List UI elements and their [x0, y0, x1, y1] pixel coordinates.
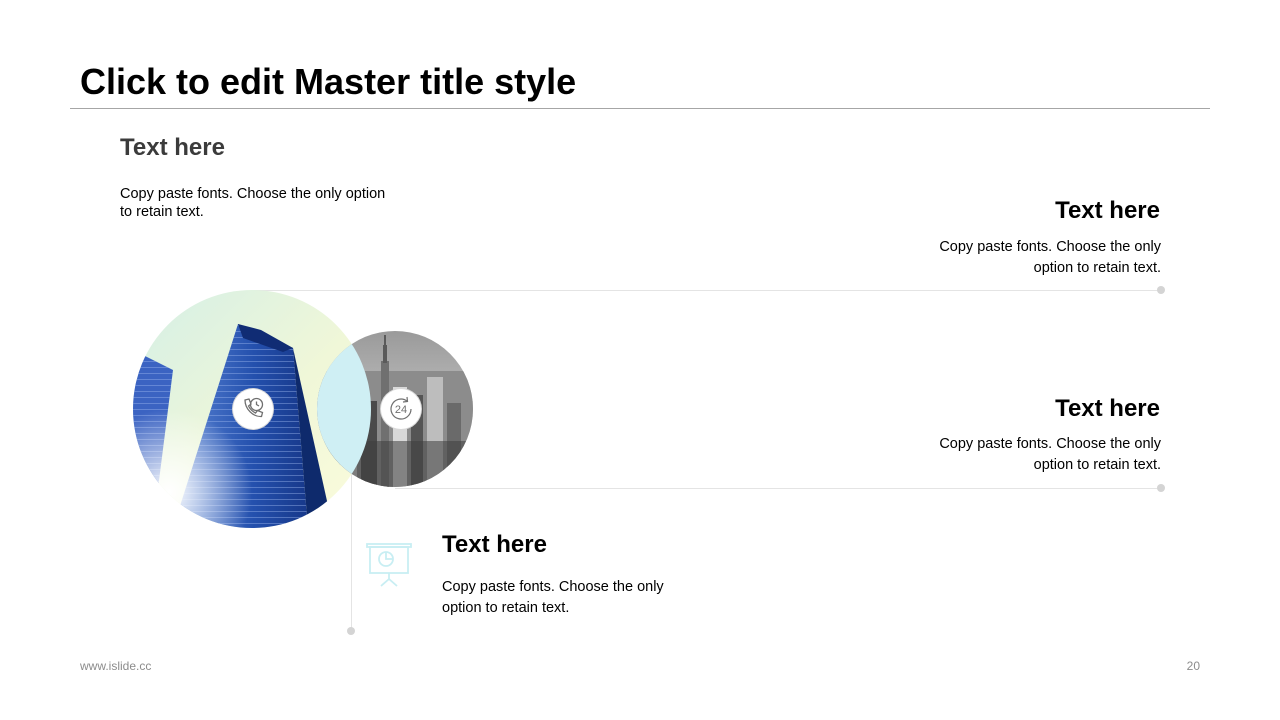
svg-text:24: 24 — [395, 404, 407, 416]
block-4-heading: Text here — [442, 531, 547, 558]
block-1-heading: Text here — [120, 134, 225, 161]
title-divider — [70, 108, 1210, 109]
phone-clock-icon — [233, 389, 273, 429]
slide-title: Click to edit Master title style — [80, 61, 577, 102]
block-3-body: Copy paste fonts. Choose the only option… — [939, 436, 1161, 473]
block-4-body: Copy paste fonts. Choose the only option… — [442, 579, 664, 616]
block-2-body: Copy paste fonts. Choose the only option… — [939, 239, 1161, 276]
24-hour-service-icon: 24 — [381, 389, 421, 429]
block-3-heading: Text here — [1055, 395, 1160, 422]
footer-url: www.islide.cc — [80, 659, 152, 673]
connector-dot-middle — [1157, 484, 1165, 492]
presentation-board-icon — [364, 539, 414, 589]
circle-overlap-highlight — [317, 331, 371, 487]
connector-line-middle — [395, 488, 1161, 489]
block-2-heading: Text here — [1055, 197, 1160, 224]
connector-dot-bottom — [347, 627, 355, 635]
page-number: 20 — [1186, 659, 1200, 673]
connector-dot-top — [1157, 286, 1165, 294]
block-1-body: Copy paste fonts. Choose the only option… — [120, 186, 386, 220]
